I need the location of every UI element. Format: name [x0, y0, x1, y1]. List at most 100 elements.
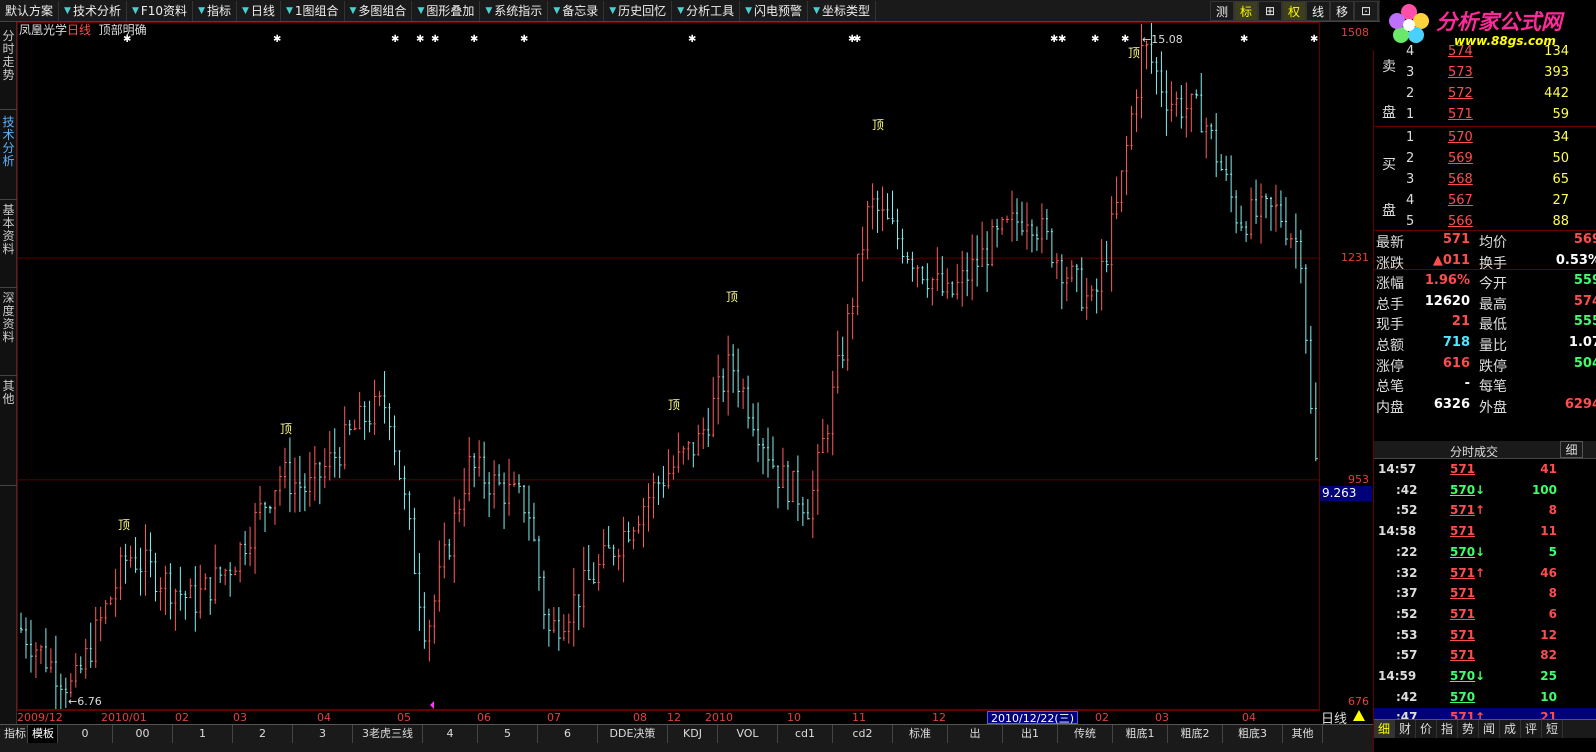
move-icon[interactable]: 移 — [1330, 1, 1354, 21]
level-price[interactable]: 566 — [1448, 214, 1473, 229]
indicator-tab[interactable]: 指标 — [0, 725, 28, 743]
panel-tab[interactable]: 闻 — [1479, 720, 1500, 738]
indicator-tab[interactable]: DDE决策 — [598, 725, 668, 743]
indicator-tab[interactable]: 3 — [293, 725, 353, 743]
toolbar-item[interactable]: ▼ F10资料 — [127, 0, 194, 21]
level-price[interactable]: 570 — [1448, 130, 1473, 145]
indicator-tab[interactable]: 00 — [113, 725, 173, 743]
toolbar-item[interactable]: ▼ 指标 — [193, 0, 237, 21]
candlestick-chart[interactable]: 顶顶顶顶顶顶✱ ✱ ✱ ✱ ✱ ✱ ✱ ✱ ✱✱ ✱ ✱ ✱ ✱ ✱ ✱←15.08←6.76 — [17, 22, 1320, 710]
panel-tab[interactable]: 价 — [1416, 720, 1437, 738]
quote-value: 1.96% — [1424, 273, 1470, 289]
indicator-tab[interactable]: 0 — [58, 725, 113, 743]
signal-marker: ✱ — [1310, 34, 1318, 45]
indicator-tab[interactable]: 模板 — [28, 725, 58, 743]
toolbar-item[interactable]: ▼ 1图组合 — [281, 0, 345, 21]
toolbar-item[interactable]: ▼ 坐标类型 — [808, 0, 876, 21]
level-price[interactable]: 568 — [1448, 172, 1473, 187]
left-tab[interactable]: 深度资料 — [0, 288, 17, 376]
indicator-tab[interactable]: 其他 — [1283, 725, 1323, 743]
left-tab[interactable]: 技术分析 — [0, 112, 17, 200]
indicator-tab[interactable]: 粗底3 — [1223, 725, 1283, 743]
quote-row: 内盘 6326 外盘 6294 — [1374, 396, 1596, 416]
quote-label: 跌停 — [1479, 358, 1507, 375]
quote-label: 总笔 — [1376, 379, 1404, 396]
toolbar-item[interactable]: ▼ 系统指示 — [480, 0, 549, 21]
level-price[interactable]: 574 — [1448, 44, 1473, 59]
quote-value: 616 — [1442, 355, 1470, 371]
measure-icon[interactable]: 测 — [1210, 1, 1234, 21]
tick-row: 14:58 571 11 — [1374, 522, 1596, 542]
toolbar-item[interactable]: 默认方案 — [0, 0, 60, 21]
toolbar-item[interactable]: ▼ 分析工具 — [672, 0, 741, 21]
left-tab[interactable]: 分时走势 — [0, 26, 17, 110]
panel-tab[interactable]: 成 — [1500, 720, 1521, 738]
indicator-tab[interactable]: KDJ — [668, 725, 718, 743]
panel-tab[interactable]: 评 — [1521, 720, 1542, 738]
indicator-tab[interactable]: 3老虎三线 — [353, 725, 423, 743]
rights-icon[interactable]: 权 — [1282, 1, 1306, 21]
dropdown-arrow-icon: ▼ — [349, 5, 357, 16]
level-number: 3 — [1406, 172, 1415, 187]
level-number: 2 — [1406, 86, 1415, 101]
indicator-tab[interactable]: 5 — [478, 725, 538, 743]
period-up-icon[interactable] — [1353, 710, 1365, 721]
dropdown-arrow-icon: ▼ — [553, 5, 561, 16]
tick-volume: 25 — [1540, 669, 1557, 683]
indicator-tab[interactable]: 粗底1 — [1113, 725, 1168, 743]
toolbar-item-label: 图形叠加 — [426, 4, 475, 18]
level-price[interactable]: 569 — [1448, 151, 1473, 166]
toolbar-item[interactable]: ▼ 日线 — [237, 0, 281, 21]
quote-row: 现手 21 最低 555 — [1374, 313, 1596, 333]
quote-value: 569 — [1573, 232, 1596, 247]
indicator-tab[interactable]: VOL — [718, 725, 778, 743]
level-price[interactable]: 573 — [1448, 65, 1473, 80]
tick-volume: 5 — [1548, 544, 1557, 559]
dropdown-arrow-icon: ▼ — [285, 5, 293, 16]
indicator-tab[interactable]: 出1 — [1003, 725, 1058, 743]
indicator-tab[interactable]: 4 — [423, 725, 478, 743]
indicator-tab[interactable]: 粗底2 — [1168, 725, 1223, 743]
line-icon[interactable]: 线 — [1306, 1, 1330, 21]
level-price[interactable]: 567 — [1448, 193, 1473, 208]
left-tab[interactable]: 其他 — [0, 376, 17, 486]
indicator-tab[interactable]: cd1 — [778, 725, 833, 743]
time-axis: 2009/12 2010/01 02 03 04 05 06 07 08 12 2010 10 11 12… — [17, 710, 1320, 725]
indicator-tab[interactable]: 标准 — [893, 725, 948, 743]
tick-volume: 82 — [1540, 648, 1557, 663]
quote-label: 均价 — [1479, 235, 1507, 251]
indicator-tab[interactable]: 6 — [538, 725, 598, 743]
toolbar-item[interactable]: ▼ 备忘录 — [548, 0, 605, 21]
toolbar-item[interactable]: ▼ 闪电预警 — [740, 0, 809, 21]
panel-tab[interactable]: 财 — [1395, 720, 1416, 738]
time-label: 07 — [547, 711, 561, 724]
toolbar-right-buttons: 测标⊞权线移⊡✕ — [1210, 0, 1402, 22]
level-price[interactable]: 571 — [1448, 107, 1473, 122]
toolbar-item[interactable]: ▼ 历史回忆 — [604, 0, 673, 21]
ticks-detail-button[interactable]: 细 — [1560, 441, 1583, 458]
toolbar-item[interactable]: ▼ 多图组合 — [345, 0, 413, 21]
indicator-tab[interactable]: 1 — [173, 725, 233, 743]
panel-tab[interactable]: 短 — [1542, 720, 1563, 738]
mark-icon[interactable]: 标 — [1234, 1, 1258, 21]
toolbar-item[interactable]: ▼ 技术分析 — [59, 0, 127, 21]
indicator-tab[interactable]: cd2 — [833, 725, 893, 743]
toolbar-item-label: 1图组合 — [294, 4, 339, 18]
indicator-tab[interactable]: 2 — [233, 725, 293, 743]
left-tab-label: 深度资料 — [2, 291, 15, 344]
tick-time: :52 — [1396, 503, 1418, 518]
toolbar-item[interactable]: ▼ 图形叠加 — [412, 0, 481, 21]
arrow-up-icon: ↑ — [1475, 565, 1486, 580]
panel-tab[interactable]: 细 — [1374, 720, 1395, 738]
panel-tab[interactable]: 势 — [1458, 720, 1479, 738]
left-tab[interactable]: 基本资料 — [0, 200, 17, 288]
grid-icon[interactable]: ⊞ — [1258, 1, 1282, 21]
indicator-tab[interactable]: 传统 — [1058, 725, 1113, 743]
buy-level-row: 3 568 65 — [1374, 170, 1569, 190]
tick-volume: 10 — [1540, 689, 1557, 704]
panel-tab[interactable]: 指 — [1437, 720, 1458, 738]
level-price[interactable]: 572 — [1448, 86, 1473, 101]
restore-icon[interactable]: ⊡ — [1354, 1, 1378, 21]
indicator-tab[interactable]: 出 — [948, 725, 1003, 743]
stock-analysis-app: 默认方案 ▼ 技术分析 ▼ F10资料 ▼ 指标 ▼ 日线 ▼ 1图组合 ▼ 多图组合 ▼ 图形叠加 ▼ 系统指… — [0, 0, 1596, 752]
